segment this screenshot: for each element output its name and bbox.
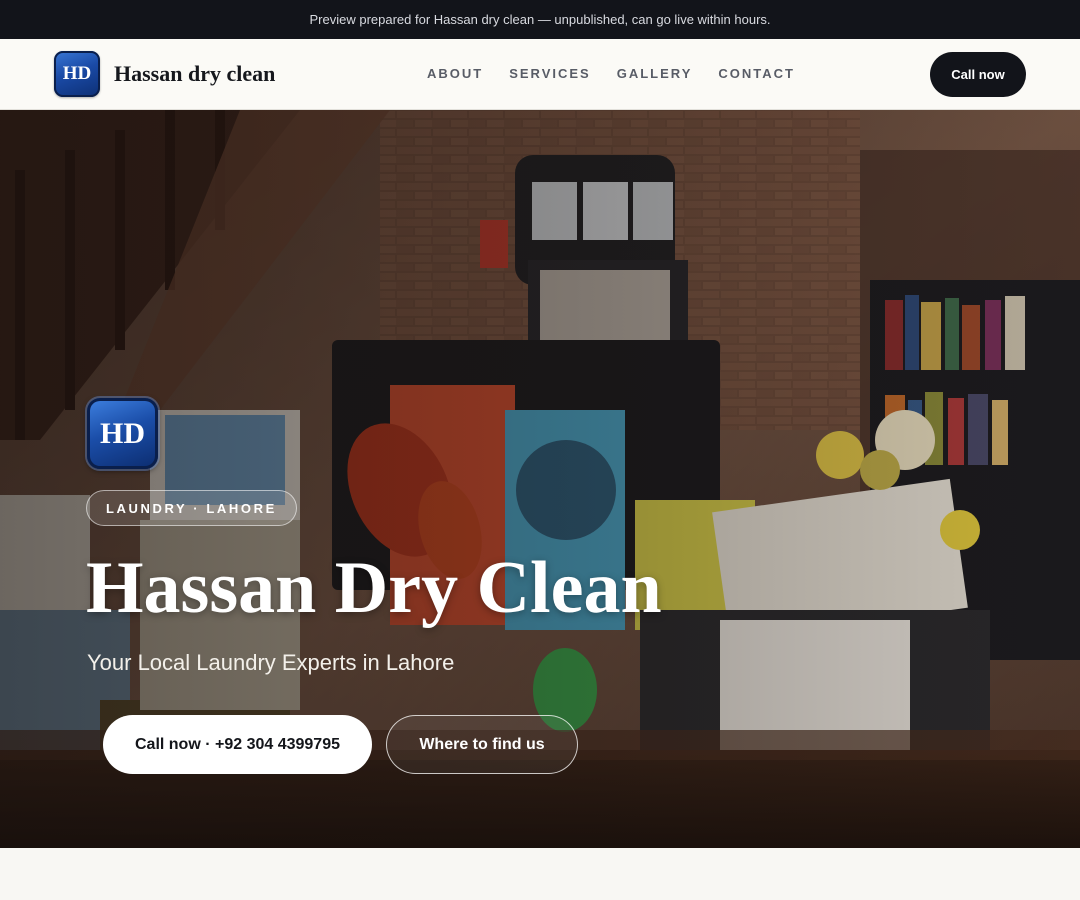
hero-subtitle: Your Local Laundry Experts in Lahore bbox=[87, 650, 455, 675]
brand-name[interactable]: Hassan dry clean bbox=[114, 61, 275, 87]
nav-link-about[interactable]: ABOUT bbox=[427, 66, 483, 81]
hero-logo: HD bbox=[87, 398, 158, 469]
nav-link-contact[interactable]: CONTACT bbox=[718, 66, 795, 81]
hero-title: Hassan Dry Clean bbox=[86, 547, 662, 629]
preview-banner-text: Preview prepared for Hassan dry clean — … bbox=[309, 12, 771, 27]
nav-link-services[interactable]: SERVICES bbox=[509, 66, 591, 81]
brand-logo-text: HD bbox=[62, 63, 92, 84]
preview-banner: Preview prepared for Hassan dry clean — … bbox=[0, 0, 1080, 39]
call-phone-button[interactable]: Call now · +92 304 4399795 bbox=[103, 715, 372, 774]
site-header: HD Hassan dry clean ABOUT SERVICES GALLE… bbox=[0, 39, 1080, 110]
main-nav: ABOUT SERVICES GALLERY CONTACT bbox=[427, 66, 795, 81]
hero-logo-text: HD bbox=[100, 416, 145, 450]
call-now-button[interactable]: Call now bbox=[930, 52, 1026, 97]
find-us-button[interactable]: Where to find us bbox=[386, 715, 578, 774]
nav-link-gallery[interactable]: GALLERY bbox=[617, 66, 693, 81]
hero-category-tag: LAUNDRY · LAHORE bbox=[86, 490, 297, 526]
brand-logo[interactable]: HD bbox=[54, 51, 100, 97]
hero-section: HD LAUNDRY · LAHORE Hassan Dry Clean You… bbox=[0, 110, 1080, 848]
